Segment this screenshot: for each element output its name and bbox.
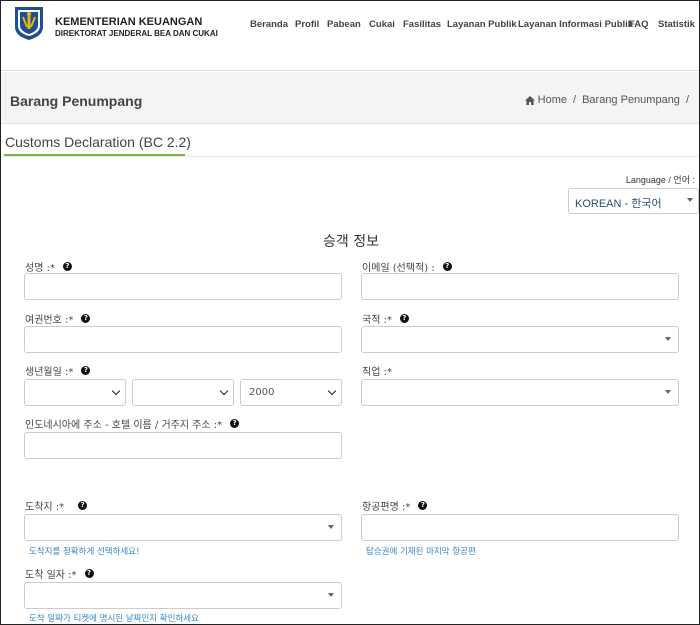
flight-hint: 탑승권에 기재된 마지막 항공편: [366, 547, 476, 557]
flight-label: 항공편명 :* ?: [362, 498, 428, 513]
section-title-underline: [4, 154, 185, 156]
address-label: 인도네시아에 주소 - 호텔 이름 / 거주지 주소 :* ?: [25, 416, 240, 431]
nav-statistik[interactable]: Statistik: [658, 19, 695, 30]
form-heading: 승객 정보: [323, 234, 379, 250]
breadcrumb-separator: /: [685, 94, 689, 106]
name-input[interactable]: [24, 273, 342, 300]
caret-down-icon: [328, 593, 334, 597]
language-label: Language / 언어 :: [625, 175, 695, 185]
ministry-logo[interactable]: [11, 5, 47, 41]
occupation-select[interactable]: [361, 379, 679, 406]
nationality-select[interactable]: [361, 326, 679, 353]
nav-beranda[interactable]: Beranda: [250, 19, 288, 30]
dob-year-select[interactable]: 2000: [240, 379, 342, 406]
arrival-date-hint: 도착 일짜가 티켓에 명시된 날짜인지 확인하세요: [29, 614, 199, 624]
arrival-date-select[interactable]: [24, 582, 342, 609]
email-label-text: 이메일 (선택적) :: [362, 263, 435, 274]
caret-down-icon: [687, 198, 693, 202]
address-input[interactable]: [24, 432, 342, 459]
email-label: 이메일 (선택적) : ?: [362, 259, 452, 274]
question-circle-icon[interactable]: ?: [62, 262, 72, 271]
caret-down-icon: [665, 390, 671, 394]
nav-layanan-informasi-publik[interactable]: Layanan Informasi Publik: [518, 19, 633, 30]
question-circle-icon[interactable]: ?: [399, 314, 409, 323]
brand-subtitle: DIREKTORAT JENDERAL BEA DAN CUKAI: [55, 29, 218, 38]
passport-input[interactable]: [24, 326, 342, 353]
breadcrumb: Home / Barang Penumpang /: [524, 94, 689, 106]
chevron-down-icon: [219, 386, 229, 396]
question-circle-icon[interactable]: ?: [442, 262, 452, 271]
nationality-label-text: 국적 :*: [362, 315, 392, 326]
breadcrumb-home[interactable]: Home: [538, 94, 567, 106]
home-icon: [524, 95, 535, 105]
passport-label-text: 여권번호 :*: [25, 315, 74, 326]
arrival-place-label: 도착지 :* ?: [25, 498, 88, 513]
page-title-band: Barang Penumpang Home / Barang Penumpang…: [1, 72, 699, 124]
dob-month-select[interactable]: [132, 379, 234, 406]
breadcrumb-current[interactable]: Barang Penumpang: [582, 94, 680, 106]
nav-profil[interactable]: Profil: [295, 19, 319, 30]
nav-faq[interactable]: FAQ: [629, 19, 649, 30]
occupation-label: 직업 :*: [362, 363, 392, 378]
question-circle-icon[interactable]: ?: [84, 569, 94, 578]
arrival-date-label-text: 도착 일자 :*: [25, 570, 77, 581]
nav-cukai[interactable]: Cukai: [369, 19, 395, 30]
flight-number-input[interactable]: [361, 514, 679, 541]
name-label-text: 성명 :*: [25, 263, 55, 274]
nav-fasilitas[interactable]: Fasilitas: [403, 19, 441, 30]
passport-label: 여권번호 :* ?: [25, 311, 91, 326]
caret-down-icon: [328, 525, 334, 529]
occupation-label-text: 직업 :*: [362, 367, 392, 378]
site-header: KEMENTERIAN KEUANGAN DIREKTORAT JENDERAL…: [1, 1, 699, 71]
name-label: 성명 :* ?: [25, 259, 72, 274]
breadcrumb-separator: /: [573, 94, 577, 106]
question-circle-icon[interactable]: ?: [230, 419, 240, 428]
page-title: Barang Penumpang: [10, 93, 143, 109]
caret-down-icon: [665, 337, 671, 341]
arrival-place-label-text: 도착지 :*: [25, 502, 65, 513]
chevron-down-icon: [111, 386, 121, 396]
question-circle-icon[interactable]: ?: [78, 501, 88, 510]
dob-day-select[interactable]: [24, 379, 126, 406]
dob-label-text: 생년월일 :*: [25, 367, 74, 378]
question-circle-icon[interactable]: ?: [418, 501, 428, 510]
arrival-place-select[interactable]: [24, 514, 342, 541]
nav-pabean[interactable]: Pabean: [327, 19, 361, 30]
chevron-down-icon: [327, 386, 337, 396]
arrival-date-label: 도착 일자 :* ?: [25, 566, 94, 581]
language-select-value: KOREAN - 한국어: [575, 198, 662, 210]
arrival-place-hint: 도착지를 정확하게 선택하세요!: [29, 547, 140, 557]
email-input[interactable]: [361, 273, 679, 300]
dob-year-value: 2000: [249, 387, 275, 398]
nationality-label: 국적 :* ?: [362, 311, 409, 326]
flight-label-text: 항공편명 :*: [362, 502, 411, 513]
section-title: Customs Declaration (BC 2.2): [5, 134, 191, 150]
question-circle-icon[interactable]: ?: [81, 366, 91, 375]
nav-layanan-publik[interactable]: Layanan Publik: [447, 19, 517, 30]
brand-title: KEMENTERIAN KEUANGAN: [55, 16, 203, 28]
dob-label: 생년월일 :* ?: [25, 363, 91, 378]
section-divider: [1, 156, 699, 157]
page-frame: KEMENTERIAN KEUANGAN DIREKTORAT JENDERAL…: [0, 0, 700, 625]
language-select[interactable]: KOREAN - 한국어: [568, 188, 699, 214]
address-label-text: 인도네시아에 주소 - 호텔 이름 / 거주지 주소 :*: [25, 420, 223, 431]
question-circle-icon[interactable]: ?: [81, 314, 91, 323]
